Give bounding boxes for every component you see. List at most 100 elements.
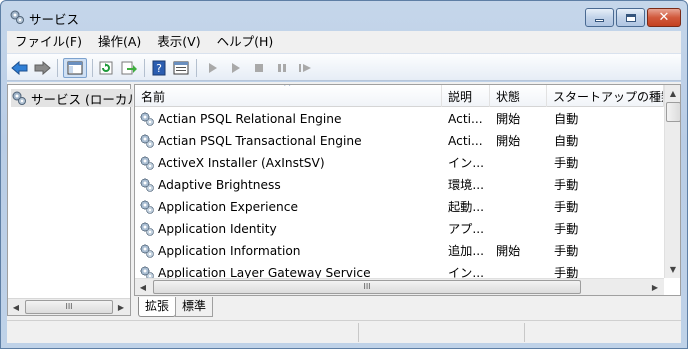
list-horizontal-scrollbar[interactable]: ◀ III ▶ (135, 278, 664, 295)
tree-node-label: サービス (ローカル) (31, 91, 133, 107)
table-row[interactable]: Application Information 追加... 開始 手動 (135, 240, 664, 262)
service-name: ActiveX Installer (AxInstSV) (158, 156, 325, 170)
refresh-icon[interactable] (96, 58, 116, 78)
maximize-icon (625, 13, 636, 22)
scroll-up-icon[interactable]: ▲ (665, 85, 680, 101)
service-status (496, 152, 546, 174)
start-icon[interactable] (203, 58, 223, 78)
service-name: Application Identity (158, 222, 277, 236)
menu-bar: ファイル(F) 操作(A) 表示(V) ヘルプ(H) (7, 31, 681, 53)
menu-view[interactable]: 表示(V) (149, 32, 208, 52)
table-row[interactable]: ActiveX Installer (AxInstSV) イン... 手動 (135, 152, 664, 174)
service-startup-type: 手動 (554, 200, 579, 214)
column-header-status[interactable]: 状態 (490, 85, 547, 107)
menu-file[interactable]: ファイル(F) (7, 32, 90, 52)
service-description: 追加... (448, 244, 484, 258)
title-bar[interactable]: サービス ✕ (1, 1, 687, 31)
start-alt-icon[interactable] (226, 58, 246, 78)
sort-ascending-icon: ^ (283, 85, 292, 93)
service-name: Adaptive Brightness (158, 178, 281, 192)
service-gear-icon (139, 155, 155, 171)
help-icon[interactable]: ? (149, 58, 169, 78)
service-description: アプ... (448, 222, 484, 236)
toolbar-separator (92, 59, 93, 77)
scroll-right-icon[interactable]: ▶ (113, 299, 129, 315)
service-status: 開始 (496, 134, 521, 148)
service-status (496, 196, 546, 218)
status-panel (7, 323, 359, 342)
service-gear-icon (139, 111, 155, 127)
services-window: サービス ✕ ファイル(F) 操作(A) 表示(V) ヘルプ(H) ? サービス… (0, 0, 688, 349)
list-vertical-scrollbar[interactable]: ▲ ▼ (664, 85, 680, 278)
back-icon[interactable] (10, 58, 30, 78)
column-header-description[interactable]: 説明 (442, 85, 490, 107)
status-panel (359, 323, 525, 342)
service-gear-icon (139, 133, 155, 149)
menu-help[interactable]: ヘルプ(H) (209, 32, 282, 52)
scroll-thumb[interactable]: III (153, 280, 581, 294)
scroll-right-icon[interactable]: ▶ (647, 279, 663, 295)
scroll-left-icon[interactable]: ◀ (8, 299, 24, 315)
service-status (496, 174, 546, 196)
resume-icon[interactable] (295, 58, 315, 78)
scroll-grip: III (65, 302, 73, 311)
table-row[interactable]: Application Identity アプ... 手動 (135, 218, 664, 240)
minimize-button[interactable] (585, 8, 614, 27)
svg-text:?: ? (156, 62, 162, 75)
toolbar-separator (57, 59, 58, 77)
service-gear-icon (139, 243, 155, 259)
service-name: Application Information (158, 244, 301, 258)
gears-icon (9, 9, 25, 25)
close-icon: ✕ (658, 10, 670, 25)
gears-icon (11, 90, 27, 106)
column-header-name[interactable]: 名前 ^ (135, 85, 442, 107)
table-row[interactable]: Actian PSQL Relational Engine Acti... 開始… (135, 108, 664, 130)
services-list: 名前 ^ 説明 状態 スタートアップの種類 Actian PSQL Relati… (134, 84, 681, 296)
scroll-thumb[interactable]: III (25, 300, 113, 314)
list-header: 名前 ^ 説明 状態 スタートアップの種類 (135, 85, 664, 107)
service-startup-type: 手動 (554, 178, 579, 192)
forward-icon[interactable] (32, 58, 52, 78)
service-name: Application Experience (158, 200, 298, 214)
close-button[interactable]: ✕ (647, 8, 681, 27)
menu-action[interactable]: 操作(A) (90, 32, 149, 52)
service-status (496, 218, 546, 240)
tree-node-services[interactable]: サービス (ローカル) (11, 89, 133, 107)
tree-horizontal-scrollbar[interactable]: ◀ III ▶ (8, 298, 130, 315)
scroll-grip: III (363, 282, 371, 291)
service-gear-icon (139, 221, 155, 237)
service-name: Actian PSQL Relational Engine (158, 112, 342, 126)
tab-standard[interactable]: 標準 (175, 297, 214, 317)
export-list-icon[interactable] (119, 58, 139, 78)
list-rows: Actian PSQL Relational Engine Acti... 開始… (135, 108, 664, 284)
scroll-left-icon[interactable]: ◀ (135, 279, 151, 295)
service-description: イン... (448, 156, 484, 170)
service-gear-icon (139, 177, 155, 193)
properties-icon[interactable] (171, 58, 191, 78)
maximize-button[interactable] (616, 8, 645, 27)
tab-extended[interactable]: 拡張 (138, 297, 177, 317)
service-description: Acti... (448, 112, 483, 126)
scroll-down-icon[interactable]: ▼ (665, 261, 680, 277)
status-panel (525, 323, 681, 342)
service-description: 環境... (448, 178, 484, 192)
window-title: サービス (29, 12, 80, 27)
service-startup-type: 手動 (554, 156, 579, 170)
scroll-thumb[interactable] (666, 102, 680, 122)
show-hide-tree-icon[interactable] (63, 58, 87, 78)
service-startup-type: 手動 (554, 244, 579, 258)
table-row[interactable]: Actian PSQL Transactional Engine Acti...… (135, 130, 664, 152)
service-gear-icon (139, 199, 155, 215)
column-header-startup-type[interactable]: スタートアップの種類 (547, 85, 664, 107)
toolbar: ? (7, 53, 681, 81)
stop-icon[interactable] (249, 58, 269, 78)
content-area: サービス (ローカル) ◀ III ▶ 名前 ^ 説明 状態 スタートアップの種… (7, 82, 681, 320)
view-tabs: 拡張 標準 (134, 297, 434, 317)
service-startup-type: 自動 (554, 134, 579, 148)
pause-icon[interactable] (272, 58, 292, 78)
service-name: Actian PSQL Transactional Engine (158, 134, 362, 148)
tree-pane: サービス (ローカル) ◀ III ▶ (7, 84, 133, 316)
toolbar-separator (196, 59, 197, 77)
table-row[interactable]: Application Experience 起動... 手動 (135, 196, 664, 218)
table-row[interactable]: Adaptive Brightness 環境... 手動 (135, 174, 664, 196)
